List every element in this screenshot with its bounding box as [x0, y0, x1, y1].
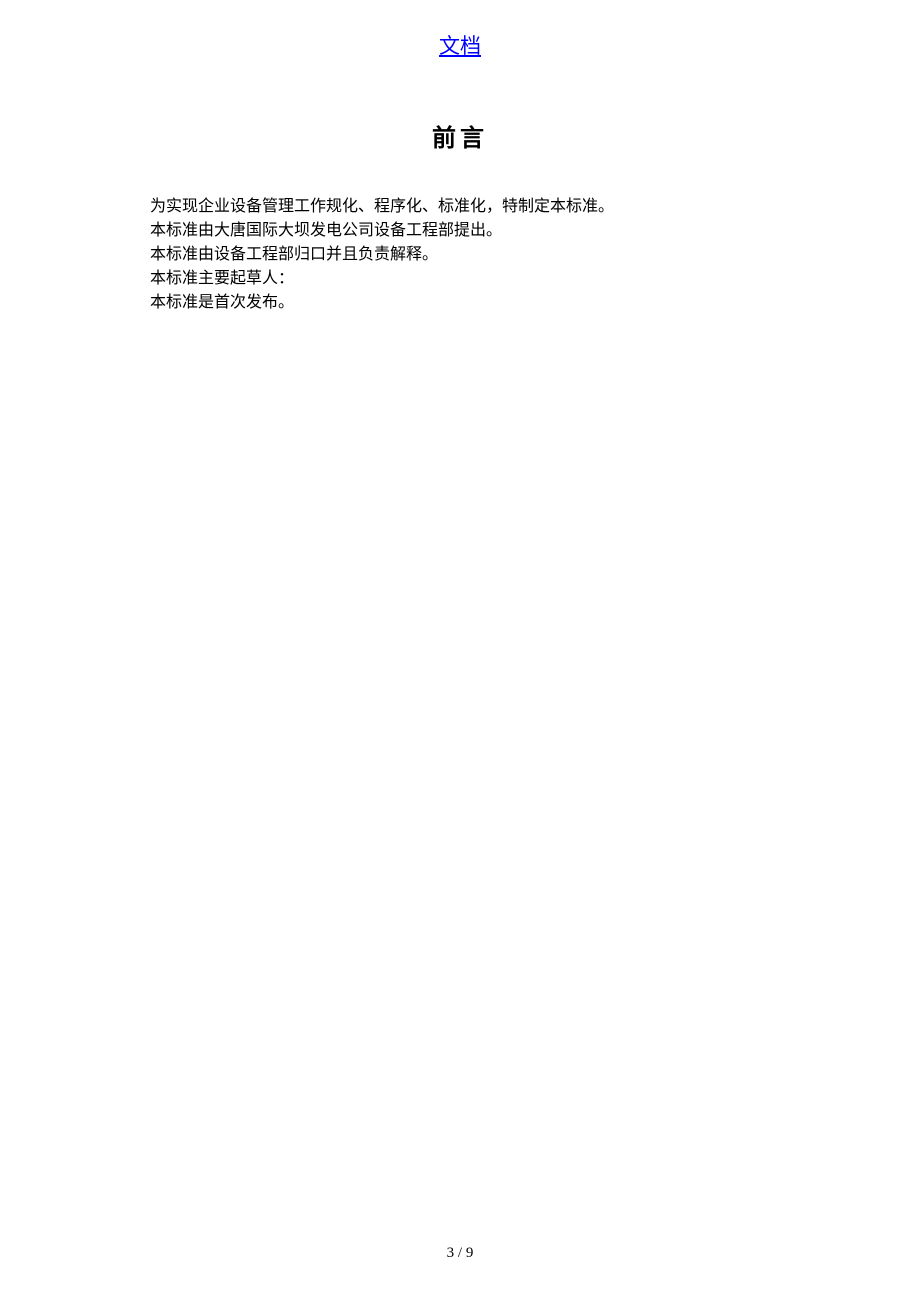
paragraph: 本标准由设备工程部归口并且负责解释。: [150, 243, 800, 267]
document-header-link[interactable]: 文档: [0, 30, 920, 60]
paragraph: 本标准是首次发布。: [150, 291, 800, 315]
page-title: 前言: [0, 118, 920, 153]
paragraph: 本标准由大唐国际大坝发电公司设备工程部提出。: [150, 219, 800, 243]
paragraph: 本标准主要起草人：: [150, 267, 800, 291]
body-content: 为实现企业设备管理工作规化、程序化、标准化，特制定本标准。 本标准由大唐国际大坝…: [150, 195, 800, 315]
page-number: 3 / 9: [0, 1245, 920, 1262]
paragraph: 为实现企业设备管理工作规化、程序化、标准化，特制定本标准。: [150, 195, 800, 219]
